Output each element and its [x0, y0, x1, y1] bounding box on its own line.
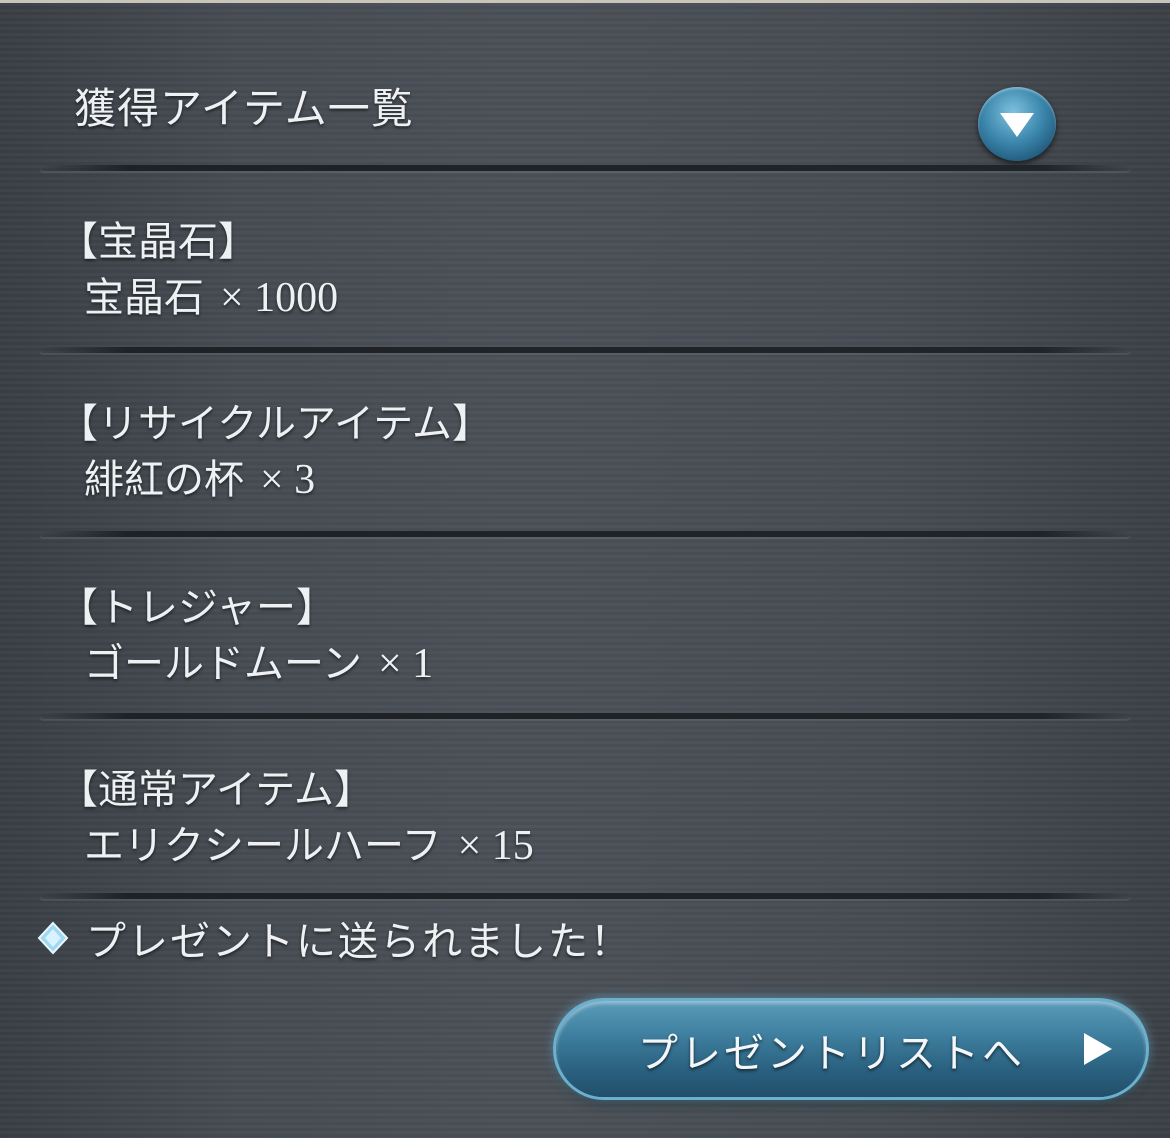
- divider: [40, 531, 1130, 537]
- item-name: 宝晶石: [84, 275, 204, 321]
- category-heading: 【宝晶石】: [58, 219, 258, 265]
- item-quantity: × 3: [260, 457, 316, 503]
- item-quantity: × 15: [457, 823, 534, 869]
- category-heading: 【リサイクルアイテム】: [58, 401, 492, 447]
- divider: [40, 893, 1130, 899]
- divider: [40, 347, 1130, 353]
- category-heading: 【通常アイテム】: [58, 767, 374, 813]
- divider: [40, 165, 1130, 171]
- present-list-button[interactable]: プレゼントリストへ: [556, 1001, 1146, 1097]
- chevron-down-icon: [1000, 113, 1034, 137]
- item-entry: ゴールドムーン × 1: [84, 631, 433, 689]
- item-entry: 緋紅の杯 × 3: [84, 447, 315, 505]
- panel-title: 獲得アイテム一覧: [74, 84, 414, 133]
- item-entry: エリクシールハーフ × 15: [84, 813, 534, 871]
- acquired-items-panel: 獲得アイテム一覧 【宝晶石】 宝晶石 × 1000 【リサイクルアイテム】 緋紅の…: [0, 0, 1170, 1138]
- present-list-button-label: プレゼントリストへ: [638, 1031, 1025, 1077]
- category-heading: 【トレジャー】: [58, 585, 336, 631]
- item-quantity: × 1: [378, 641, 434, 687]
- item-quantity: × 1000: [220, 275, 339, 321]
- item-name: エリクシールハーフ: [84, 823, 442, 869]
- item-entry: 宝晶石 × 1000: [84, 265, 338, 323]
- divider: [40, 713, 1130, 719]
- collapse-button[interactable]: [978, 87, 1056, 161]
- item-name: 緋紅の杯: [84, 457, 244, 503]
- sent-notice: プレゼントに送られました！: [36, 911, 632, 965]
- notice-text: プレゼントに送られました！: [86, 919, 632, 965]
- diamond-gem-icon: [37, 921, 69, 955]
- item-name: ゴールドムーン: [84, 641, 362, 687]
- play-arrow-icon: [1084, 1033, 1112, 1065]
